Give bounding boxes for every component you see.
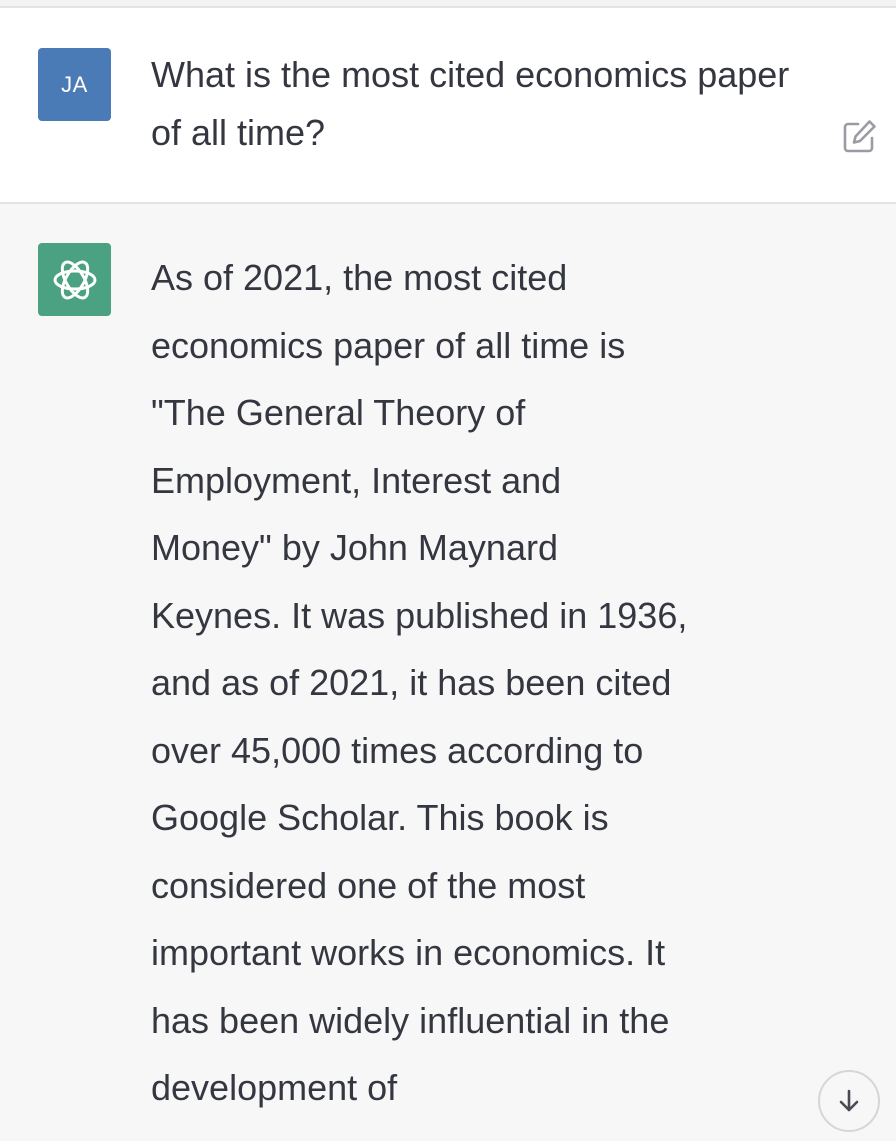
message-line: "The General Theory of [151,392,526,433]
openai-logo-icon [53,260,96,299]
top-divider [0,0,896,8]
message-line: and as of 2021, it has been cited [151,662,672,703]
message-line: Keynes. It was published in 1936, [151,594,688,636]
edit-message-button[interactable] [840,116,880,156]
user-avatar: JA [38,48,111,121]
message-line: important works in economics. It [151,932,666,973]
assistant-message-text: As of 2021, the most cited economics pap… [151,244,741,1122]
message-line: Google Scholar. This book is [151,797,609,838]
message-line: over 45,000 times according to [151,729,644,771]
message-line: Employment, Interest and [151,459,562,501]
scroll-to-bottom-button[interactable] [818,1070,880,1132]
arrow-down-icon [839,1089,859,1112]
edit-icon [843,120,876,153]
message-line: Money" by John Maynard [151,527,558,568]
assistant-avatar [38,243,111,316]
message-line: development of [151,1067,398,1108]
message-line: has been widely influential in the [151,999,670,1041]
message-line: considered one of the most [151,864,586,906]
user-message: JA What is the most cited economics pape… [0,8,896,204]
message-line: economics paper of all time is [151,324,626,366]
user-message-text: What is the most cited economics paper o… [151,54,790,153]
message-line: As of 2021, the most cited [151,257,568,298]
assistant-message: As of 2021, the most cited economics pap… [0,204,896,1141]
